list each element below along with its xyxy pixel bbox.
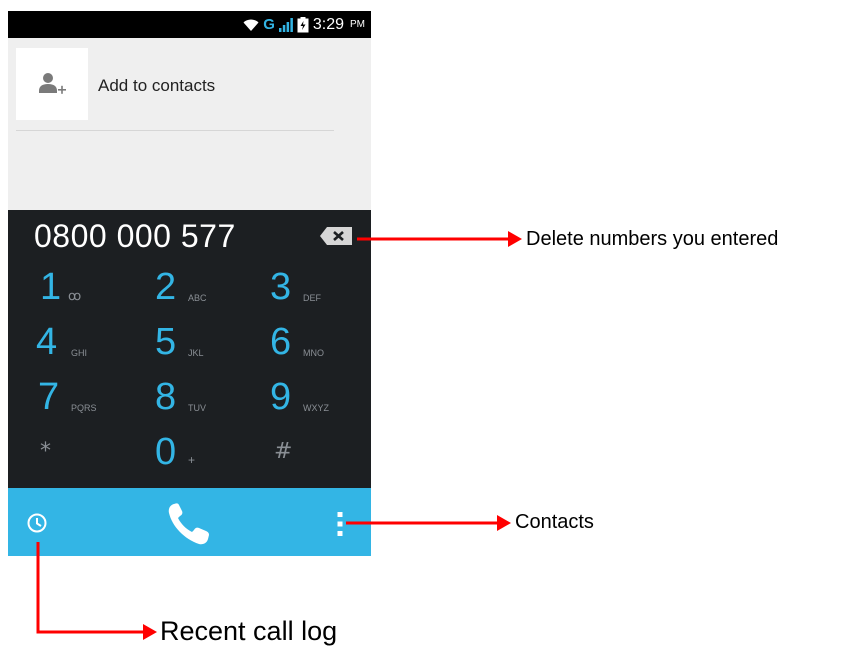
recent-arrow	[36, 542, 157, 640]
annotation-arrows	[36, 231, 522, 640]
contacts-arrow	[346, 515, 511, 531]
annotation-contacts: Contacts	[515, 511, 594, 533]
delete-arrow	[357, 231, 522, 247]
annotation-recent: Recent call log	[160, 616, 338, 646]
annotation-delete: Delete numbers you entered	[526, 228, 779, 250]
